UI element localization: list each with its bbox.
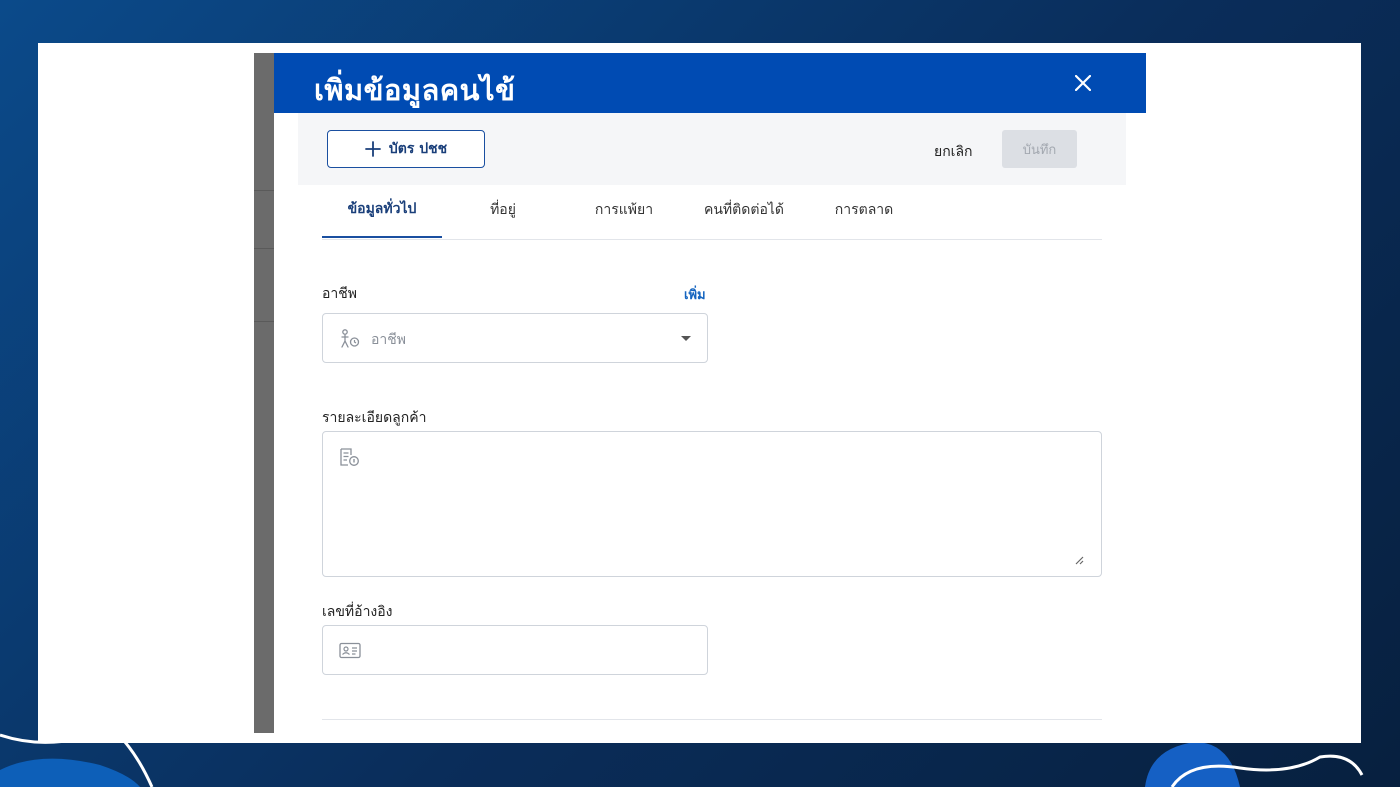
tab-drug-allergy[interactable]: การแพ้ยา	[564, 181, 684, 238]
reference-number-label: เลขที่อ้างอิง	[322, 604, 393, 620]
tab-address[interactable]: ที่อยู่	[442, 181, 564, 238]
id-card-icon	[339, 642, 361, 659]
tab-marketing[interactable]: การตลาด	[804, 181, 924, 238]
cancel-button[interactable]: ยกเลิก	[934, 141, 973, 163]
resize-handle-icon[interactable]	[1073, 554, 1085, 566]
occupation-select[interactable]: อาชีพ	[322, 313, 708, 363]
occupation-placeholder: อาชีพ	[371, 332, 406, 348]
modal-title: เพิ่มข้อมูลคนไข้	[314, 73, 516, 107]
id-card-button[interactable]: บัตร ปชช	[327, 130, 485, 168]
close-icon	[1075, 75, 1091, 91]
section-divider	[322, 719, 1102, 720]
modal-header: เพิ่มข้อมูลคนไข้	[274, 53, 1146, 113]
customer-details-label: รายละเอียดลูกค้า	[322, 410, 427, 426]
reference-number-field[interactable]	[322, 625, 708, 675]
tab-general-info[interactable]: ข้อมูลทั่วไป	[322, 181, 442, 238]
add-occupation-link[interactable]: เพิ่ม	[684, 284, 706, 305]
tab-bar: ข้อมูลทั่วไป ที่อยู่ การแพ้ยา คนที่ติดต่…	[322, 181, 1102, 240]
id-card-button-label: บัตร ปชช	[388, 141, 448, 157]
tab-contacts[interactable]: คนที่ติดต่อได้	[684, 181, 804, 238]
modal-toolbar: บัตร ปชช ยกเลิก บันทึก	[298, 113, 1126, 185]
add-patient-modal: เพิ่มข้อมูลคนไข้ บัตร ปชช ยกเลิก บันทึก …	[274, 53, 1146, 733]
document-info-icon	[340, 448, 359, 466]
chevron-down-icon	[681, 336, 691, 341]
save-button[interactable]: บันทึก	[1002, 130, 1077, 168]
customer-details-textarea[interactable]	[322, 431, 1102, 577]
person-occupation-icon	[341, 329, 360, 348]
close-button[interactable]	[1070, 70, 1096, 96]
modal-backdrop	[254, 53, 274, 733]
plus-icon	[364, 141, 381, 157]
occupation-label: อาชีพ	[322, 286, 357, 302]
screenshot-panel: เพิ่มข้อมูลคนไข้ บัตร ปชช ยกเลิก บันทึก …	[38, 43, 1361, 743]
